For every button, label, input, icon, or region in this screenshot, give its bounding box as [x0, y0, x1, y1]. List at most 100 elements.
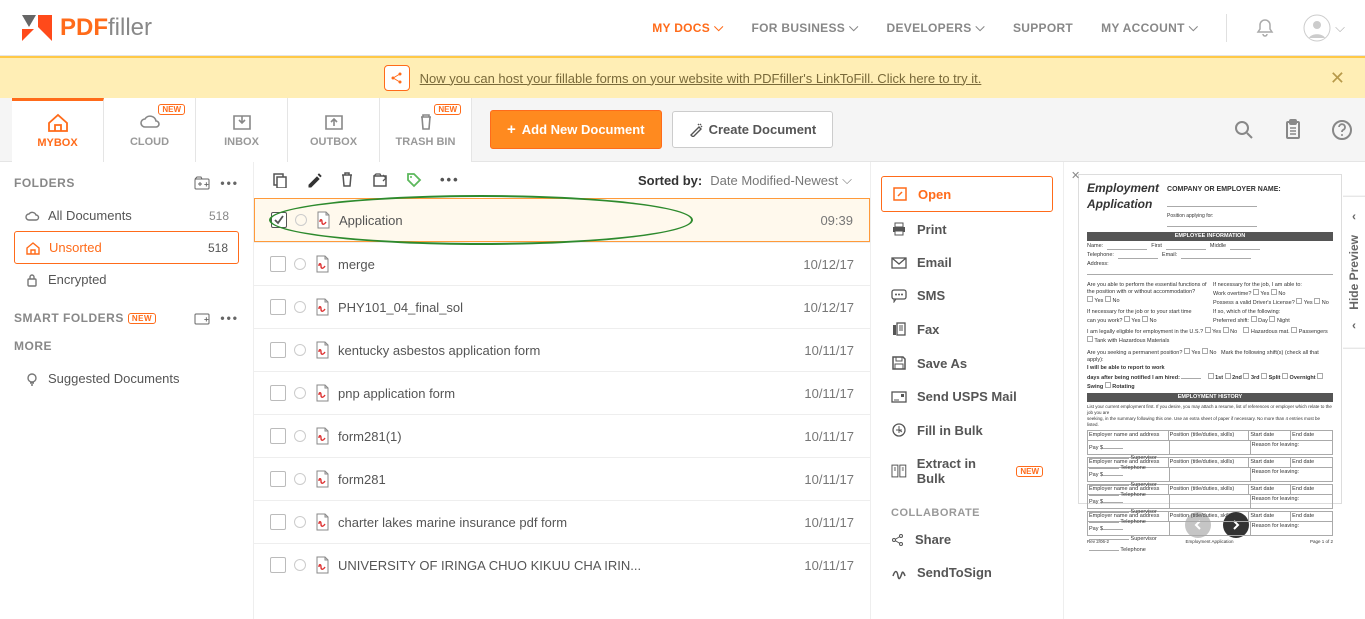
add-folder-icon[interactable]: +: [194, 176, 210, 190]
radio[interactable]: [294, 516, 306, 528]
checkbox[interactable]: [270, 299, 286, 315]
tab-mybox[interactable]: MYBOX: [12, 98, 104, 162]
fax-icon: [891, 321, 907, 337]
radio[interactable]: [295, 214, 307, 226]
checkbox[interactable]: [270, 428, 286, 444]
trash-icon[interactable]: [340, 172, 354, 188]
action-extract[interactable]: Extract in BulkNEW: [881, 447, 1053, 495]
btn-label: Create Document: [709, 122, 817, 137]
more-icon[interactable]: •••: [440, 172, 460, 188]
search-icon[interactable]: [1233, 119, 1255, 141]
copy-icon[interactable]: [272, 172, 288, 188]
doc-row[interactable]: kentucky asbestos application form 10/11…: [254, 328, 870, 371]
share-icon[interactable]: [384, 65, 410, 91]
action-sms[interactable]: SMS: [881, 279, 1053, 312]
checkbox[interactable]: [270, 557, 286, 573]
label: Suggested Documents: [48, 371, 180, 386]
label: Unsorted: [49, 240, 102, 255]
clipboard-icon[interactable]: [1283, 119, 1303, 141]
move-icon[interactable]: [372, 172, 388, 188]
action-share[interactable]: Share: [881, 523, 1053, 556]
add-folder-icon[interactable]: +: [194, 311, 210, 325]
checkbox[interactable]: [270, 471, 286, 487]
home-icon: [25, 241, 41, 255]
edit-icon[interactable]: [306, 172, 322, 188]
chevron-right-icon: ›: [1352, 211, 1356, 225]
sort-dropdown[interactable]: Date Modified-Newest⌵: [710, 172, 852, 188]
more-icon[interactable]: •••: [220, 311, 239, 325]
nav-mydocs[interactable]: MY DOCS⌵: [652, 20, 723, 35]
tab-inbox[interactable]: INBOX: [196, 98, 288, 162]
tag-icon[interactable]: [406, 172, 422, 188]
doc-row[interactable]: charter lakes marine insurance pdf form …: [254, 500, 870, 543]
doc-name: merge: [338, 257, 803, 272]
new-badge: NEW: [1016, 466, 1043, 477]
pdf-icon: [314, 384, 330, 402]
radio[interactable]: [294, 344, 306, 356]
sidebar-item-encrypted[interactable]: Encrypted: [14, 264, 239, 295]
avatar[interactable]: ⌵: [1303, 14, 1345, 42]
help-icon[interactable]: [1331, 119, 1353, 141]
action-open[interactable]: Open: [881, 176, 1053, 212]
bell-icon[interactable]: [1255, 18, 1275, 38]
logo-pdf: PDF: [60, 14, 108, 41]
logo[interactable]: PDFfiller: [20, 13, 152, 43]
action-print[interactable]: Print: [881, 212, 1053, 246]
checkbox[interactable]: [270, 256, 286, 272]
tab-cloud[interactable]: NEW CLOUD: [104, 98, 196, 162]
checkbox[interactable]: [271, 212, 287, 228]
radio[interactable]: [294, 387, 306, 399]
checkbox[interactable]: [270, 514, 286, 530]
outbox-icon: [322, 112, 346, 132]
tab-outbox[interactable]: OUTBOX: [288, 98, 380, 162]
doc-date: 10/11/17: [804, 429, 854, 444]
doc-row[interactable]: form281 10/11/17: [254, 457, 870, 500]
doc-date: 09:39: [820, 213, 853, 228]
banner-link[interactable]: Now you can host your fillable forms on …: [420, 71, 982, 86]
sidebar-item-all[interactable]: All Documents 518: [14, 200, 239, 231]
action-usps[interactable]: Send USPS Mail: [881, 380, 1053, 413]
pdf-icon: [314, 298, 330, 316]
doc-row[interactable]: PHY101_04_final_sol 10/12/17: [254, 285, 870, 328]
new-badge: NEW: [158, 104, 185, 115]
sidebar-item-suggested[interactable]: Suggested Documents: [14, 363, 239, 394]
doc-row[interactable]: UNIVERSITY OF IRINGA CHUO KIKUU CHA IRIN…: [254, 543, 870, 586]
add-document-button[interactable]: + Add New Document: [490, 110, 662, 149]
checkbox[interactable]: [270, 342, 286, 358]
trash-icon: [414, 112, 438, 132]
folders-heading: FOLDERS: [14, 176, 75, 190]
action-save[interactable]: Save As: [881, 346, 1053, 380]
action-sendtosign[interactable]: SendToSign: [881, 556, 1053, 589]
chevron-down-icon: ⌵: [1335, 20, 1345, 36]
action-fillbulk[interactable]: Fill in Bulk: [881, 413, 1053, 447]
doc-row[interactable]: pnp application form 10/11/17: [254, 371, 870, 414]
document-preview: ✕ Employment Application COMPANY OR EMPL…: [1078, 174, 1342, 504]
doc-row[interactable]: Application 09:39: [254, 198, 870, 242]
checkbox[interactable]: [270, 385, 286, 401]
extract-icon: [891, 464, 907, 478]
doc-row[interactable]: form281(1) 10/11/17: [254, 414, 870, 457]
sidebar-item-unsorted[interactable]: Unsorted 518: [14, 231, 239, 264]
close-icon[interactable]: ✕: [1330, 68, 1345, 89]
more-icon[interactable]: •••: [220, 176, 239, 190]
bulk-icon: [891, 422, 907, 438]
action-fax[interactable]: Fax: [881, 312, 1053, 346]
action-email[interactable]: Email: [881, 246, 1053, 279]
radio[interactable]: [294, 430, 306, 442]
radio[interactable]: [294, 301, 306, 313]
radio[interactable]: [294, 258, 306, 270]
nav-business[interactable]: FOR BUSINESS⌵: [751, 20, 858, 35]
doc-row[interactable]: merge 10/12/17: [254, 242, 870, 285]
mail-icon: [891, 390, 907, 404]
nav-developers[interactable]: DEVELOPERS⌵: [887, 20, 985, 35]
hide-preview-toggle[interactable]: › Hide Preview ›: [1343, 196, 1365, 349]
close-icon[interactable]: ✕: [1071, 169, 1080, 183]
radio[interactable]: [294, 559, 306, 571]
tab-trash[interactable]: NEW TRASH BIN: [380, 98, 472, 162]
nav-support[interactable]: SUPPORT: [1013, 21, 1073, 35]
nav-account[interactable]: MY ACCOUNT⌵: [1101, 20, 1198, 35]
radio[interactable]: [294, 473, 306, 485]
create-document-button[interactable]: Create Document: [672, 111, 834, 148]
tab-label: INBOX: [224, 136, 259, 148]
chevron-down-icon: ⌵: [714, 20, 723, 35]
